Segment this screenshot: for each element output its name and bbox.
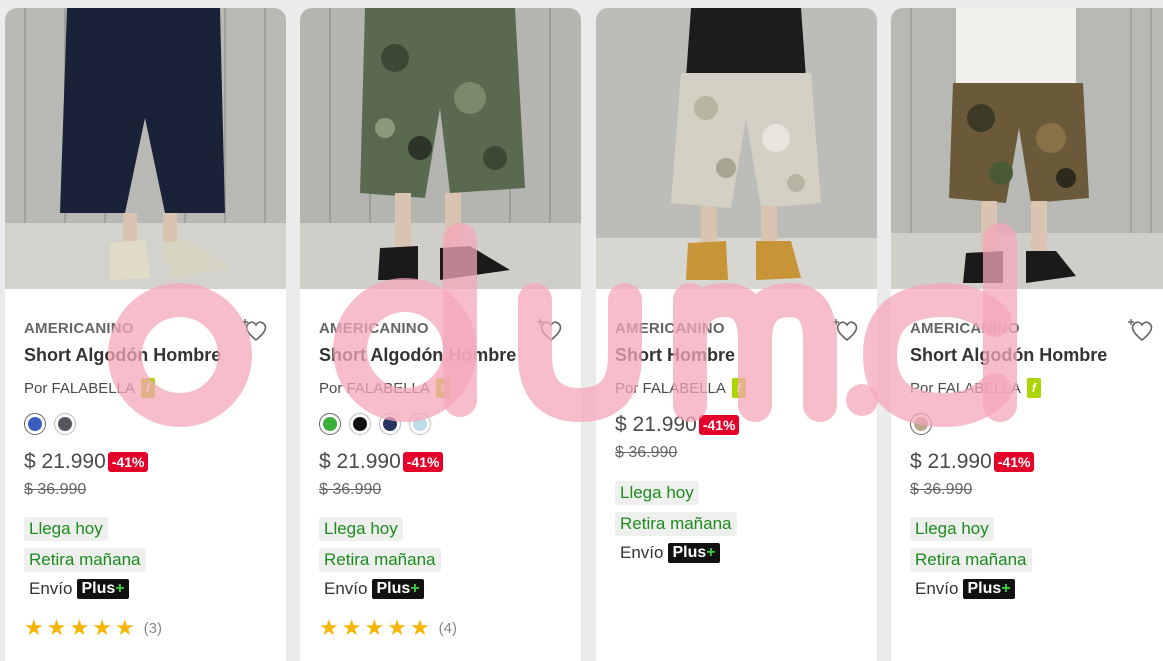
- add-to-wishlist-icon[interactable]: [537, 317, 565, 343]
- plus-badge: Plus+: [963, 579, 1015, 599]
- star-icon: ★: [341, 615, 362, 640]
- seller: Por FALABELLA f: [615, 378, 746, 398]
- falabella-badge-icon: f: [1026, 378, 1041, 398]
- old-price: $ 36.990: [615, 444, 678, 461]
- discount-badge: -41%: [698, 415, 740, 435]
- color-swatch[interactable]: [24, 413, 46, 435]
- star-icon: ★: [24, 615, 44, 640]
- product-brand: AMERICANINO: [319, 320, 429, 337]
- product-image[interactable]: [5, 8, 286, 289]
- falabella-badge-icon: f: [731, 378, 746, 398]
- product-title[interactable]: Short Hombre: [615, 345, 735, 366]
- star-icon: ★: [387, 615, 407, 640]
- envio-plus: Envío Plus+: [29, 579, 129, 599]
- star-icon: ★: [114, 615, 135, 640]
- product-card[interactable]: AMERICANINO Short Hombre Por FALABELLA f …: [596, 8, 877, 661]
- discount-badge: -41%: [107, 452, 149, 472]
- discount-badge: -41%: [993, 452, 1035, 472]
- color-swatch[interactable]: [319, 413, 341, 435]
- product-brand: AMERICANINO: [24, 320, 134, 337]
- product-title[interactable]: Short Algodón Hombre: [910, 345, 1107, 366]
- color-swatch[interactable]: [349, 413, 371, 435]
- rating: ★ ★ ★ ★ ★ (3): [24, 617, 162, 639]
- color-swatches: [319, 413, 431, 435]
- delivery-today-tag: Llega hoy: [615, 481, 699, 505]
- product-brand: AMERICANINO: [910, 320, 1020, 337]
- rating: ★ ★ ★ ★ ★ (4): [319, 617, 457, 639]
- falabella-badge-icon: f: [435, 378, 450, 398]
- color-swatch[interactable]: [910, 413, 932, 435]
- product-image[interactable]: [596, 8, 877, 289]
- old-price: $ 36.990: [319, 481, 382, 498]
- seller: Por FALABELLA f: [319, 378, 450, 398]
- price-row: $ 21.990 -41%: [910, 450, 1035, 474]
- star-icon: ★: [46, 615, 67, 640]
- star-icon: ★: [319, 615, 339, 640]
- envio-label: Envío: [324, 579, 368, 598]
- falabella-badge-icon: f: [140, 378, 155, 398]
- delivery-today-tag: Llega hoy: [24, 517, 108, 541]
- seller: Por FALABELLA f: [910, 378, 1041, 398]
- current-price: $ 21.990: [319, 450, 401, 473]
- seller-name: Por FALABELLA: [615, 379, 726, 397]
- product-grid: AMERICANINO Short Algodón Hombre Por FAL…: [0, 0, 1163, 661]
- delivery-today-tag: Llega hoy: [319, 517, 403, 541]
- price-row: $ 21.990 -41%: [319, 450, 444, 474]
- pickup-tomorrow-tag: Retira mañana: [615, 512, 737, 536]
- product-card[interactable]: AMERICANINO Short Algodón Hombre Por FAL…: [5, 8, 286, 661]
- color-swatches: [24, 413, 76, 435]
- envio-label: Envío: [29, 579, 73, 598]
- color-swatch[interactable]: [409, 413, 431, 435]
- add-to-wishlist-icon[interactable]: [1128, 317, 1156, 343]
- discount-badge: -41%: [402, 452, 444, 472]
- envio-plus: Envío Plus+: [915, 579, 1015, 599]
- color-swatch[interactable]: [379, 413, 401, 435]
- product-card[interactable]: AMERICANINO Short Algodón Hombre Por FAL…: [300, 8, 581, 661]
- star-icon: ★: [364, 615, 385, 640]
- seller-name: Por FALABELLA: [910, 379, 1021, 397]
- envio-label: Envío: [915, 579, 959, 598]
- add-to-wishlist-icon[interactable]: [833, 317, 861, 343]
- current-price: $ 21.990: [615, 413, 697, 436]
- envio-plus: Envío Plus+: [324, 579, 424, 599]
- star-icon: ★: [409, 615, 430, 640]
- envio-plus: Envío Plus+: [620, 543, 720, 563]
- pickup-tomorrow-tag: Retira mañana: [24, 548, 146, 572]
- product-card[interactable]: AMERICANINO Short Algodón Hombre Por FAL…: [891, 8, 1163, 661]
- product-brand: AMERICANINO: [615, 320, 725, 337]
- seller: Por FALABELLA f: [24, 378, 155, 398]
- star-icon: ★: [69, 615, 90, 640]
- seller-name: Por FALABELLA: [319, 379, 430, 397]
- product-image[interactable]: [300, 8, 581, 289]
- old-price: $ 36.990: [910, 481, 973, 498]
- plus-badge: Plus+: [77, 579, 129, 599]
- plus-badge: Plus+: [372, 579, 424, 599]
- seller-name: Por FALABELLA: [24, 379, 135, 397]
- old-price: $ 36.990: [24, 481, 87, 498]
- product-image[interactable]: [891, 8, 1163, 289]
- current-price: $ 21.990: [910, 450, 992, 473]
- pickup-tomorrow-tag: Retira mañana: [319, 548, 441, 572]
- color-swatches: [910, 413, 932, 435]
- price-row: $ 21.990 -41%: [615, 413, 740, 437]
- price-row: $ 21.990 -41%: [24, 450, 149, 474]
- color-swatch[interactable]: [54, 413, 76, 435]
- pickup-tomorrow-tag: Retira mañana: [910, 548, 1032, 572]
- product-title[interactable]: Short Algodón Hombre: [24, 345, 221, 366]
- plus-badge: Plus+: [668, 543, 720, 563]
- envio-label: Envío: [620, 543, 664, 562]
- product-title[interactable]: Short Algodón Hombre: [319, 345, 516, 366]
- review-count: (3): [143, 619, 163, 637]
- current-price: $ 21.990: [24, 450, 106, 473]
- delivery-today-tag: Llega hoy: [910, 517, 994, 541]
- add-to-wishlist-icon[interactable]: [242, 317, 270, 343]
- review-count: (4): [438, 619, 458, 637]
- star-icon: ★: [92, 615, 112, 640]
